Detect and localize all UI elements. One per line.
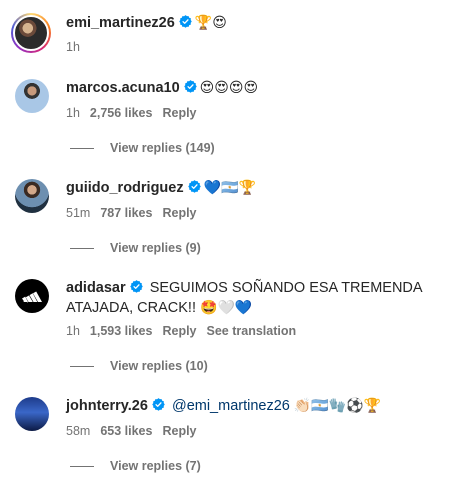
adidas-logo-icon xyxy=(22,291,42,303)
view-replies-button[interactable]: View replies (9) xyxy=(70,241,201,255)
avatar[interactable] xyxy=(15,397,49,431)
username[interactable]: guiido_rodriguez xyxy=(66,180,184,196)
view-replies-label: View replies (10) xyxy=(110,359,208,373)
comment-body: johnterry.26 @emi_martinez26 👏🏻🇦🇷🧤⚽🏆 xyxy=(66,396,381,416)
view-replies-label: View replies (149) xyxy=(110,141,215,155)
reply-button[interactable]: Reply xyxy=(162,106,196,120)
see-translation-button[interactable]: See translation xyxy=(207,324,297,338)
comment-meta: 1h 2,756 likes Reply xyxy=(66,106,207,120)
comment-emoji: 😍😍😍😍 xyxy=(199,80,259,96)
comment-body: emi_martinez26 🏆😍 xyxy=(66,13,227,33)
view-replies-button[interactable]: View replies (10) xyxy=(70,359,208,373)
comment-emoji: 🏆😍 xyxy=(194,15,227,31)
comment-meta: 51m 787 likes Reply xyxy=(66,206,207,220)
view-replies-label: View replies (7) xyxy=(110,459,201,473)
verified-icon xyxy=(130,280,143,293)
username[interactable]: johnterry.26 xyxy=(66,398,148,414)
comment-meta: 1h xyxy=(66,40,90,54)
likes-count[interactable]: 653 likes xyxy=(100,424,152,438)
likes-count[interactable]: 1,593 likes xyxy=(90,324,153,338)
avatar[interactable] xyxy=(15,279,49,313)
likes-count[interactable]: 787 likes xyxy=(100,206,152,220)
timestamp: 58m xyxy=(66,424,91,438)
avatar[interactable] xyxy=(15,79,49,113)
replies-divider xyxy=(70,466,94,468)
username[interactable]: adidasar xyxy=(66,280,126,296)
verified-icon xyxy=(188,180,201,193)
verified-icon xyxy=(179,15,192,28)
replies-divider xyxy=(70,248,94,250)
view-replies-label: View replies (9) xyxy=(110,241,201,255)
timestamp: 51m xyxy=(66,206,91,220)
comment-meta: 58m 653 likes Reply xyxy=(66,424,207,438)
comment-emoji: 🤩🤍💙 xyxy=(200,300,253,316)
comment-body: guiido_rodriguez 💙🇦🇷🏆 xyxy=(66,178,256,198)
username[interactable]: emi_martinez26 xyxy=(66,15,175,31)
replies-divider xyxy=(70,148,94,150)
reply-button[interactable]: Reply xyxy=(162,324,196,338)
replies-divider xyxy=(70,366,94,368)
mention-link[interactable]: @emi_martinez26 xyxy=(172,398,290,414)
timestamp: 1h xyxy=(66,324,80,338)
comment-body: adidasar SEGUIMOS SOÑANDO ESA TREMENDA A… xyxy=(66,278,426,318)
likes-count[interactable]: 2,756 likes xyxy=(90,106,153,120)
reply-button[interactable]: Reply xyxy=(162,424,196,438)
comment-meta: 1h 1,593 likes Reply See translation xyxy=(66,324,306,338)
timestamp: 1h xyxy=(66,106,80,120)
avatar[interactable] xyxy=(11,13,51,53)
comment-emoji: 👏🏻🇦🇷🧤⚽🏆 xyxy=(293,398,382,414)
reply-button[interactable]: Reply xyxy=(162,206,196,220)
view-replies-button[interactable]: View replies (149) xyxy=(70,141,215,155)
avatar[interactable] xyxy=(15,179,49,213)
timestamp: 1h xyxy=(66,40,80,54)
username[interactable]: marcos.acuna10 xyxy=(66,80,180,96)
verified-icon xyxy=(152,398,165,411)
comment-body: marcos.acuna10 😍😍😍😍 xyxy=(66,78,258,98)
verified-icon xyxy=(184,80,197,93)
comment-emoji: 💙🇦🇷🏆 xyxy=(203,180,256,196)
view-replies-button[interactable]: View replies (7) xyxy=(70,459,201,473)
